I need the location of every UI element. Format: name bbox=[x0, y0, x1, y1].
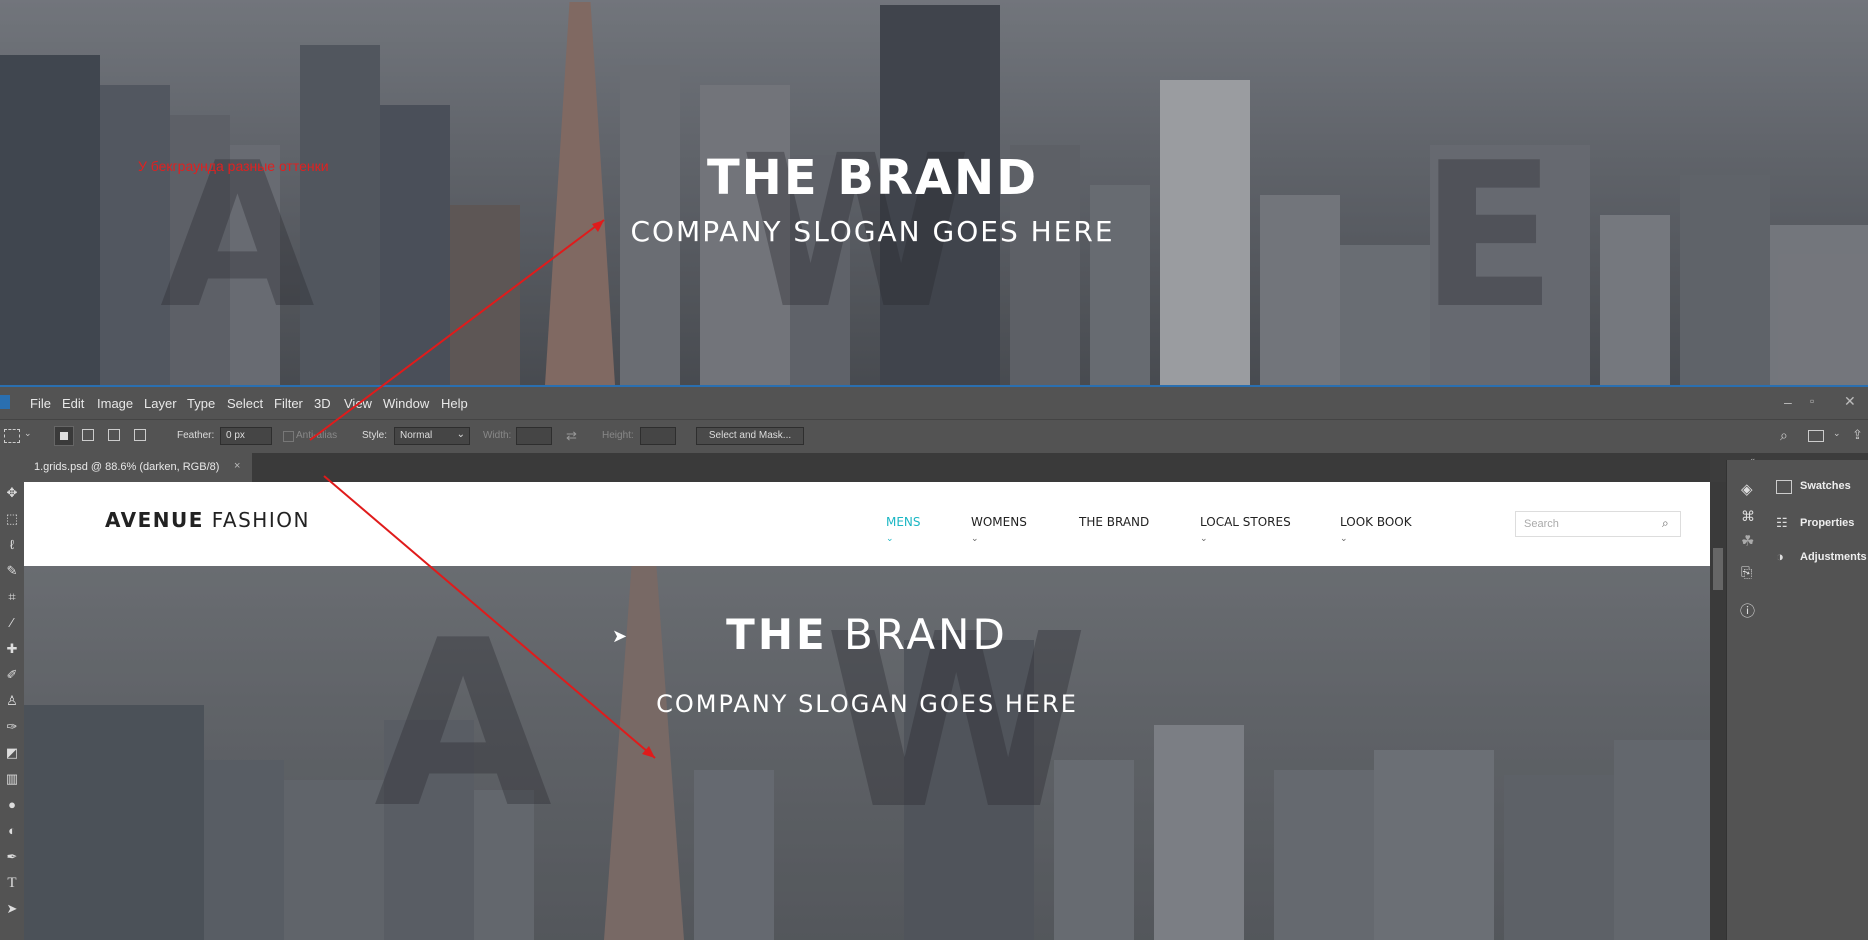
annotation-arrow-line bbox=[309, 219, 605, 441]
annotation-arrows bbox=[309, 219, 656, 759]
annotation-arrow-line bbox=[323, 475, 656, 759]
annotation-arrowhead bbox=[592, 220, 604, 232]
